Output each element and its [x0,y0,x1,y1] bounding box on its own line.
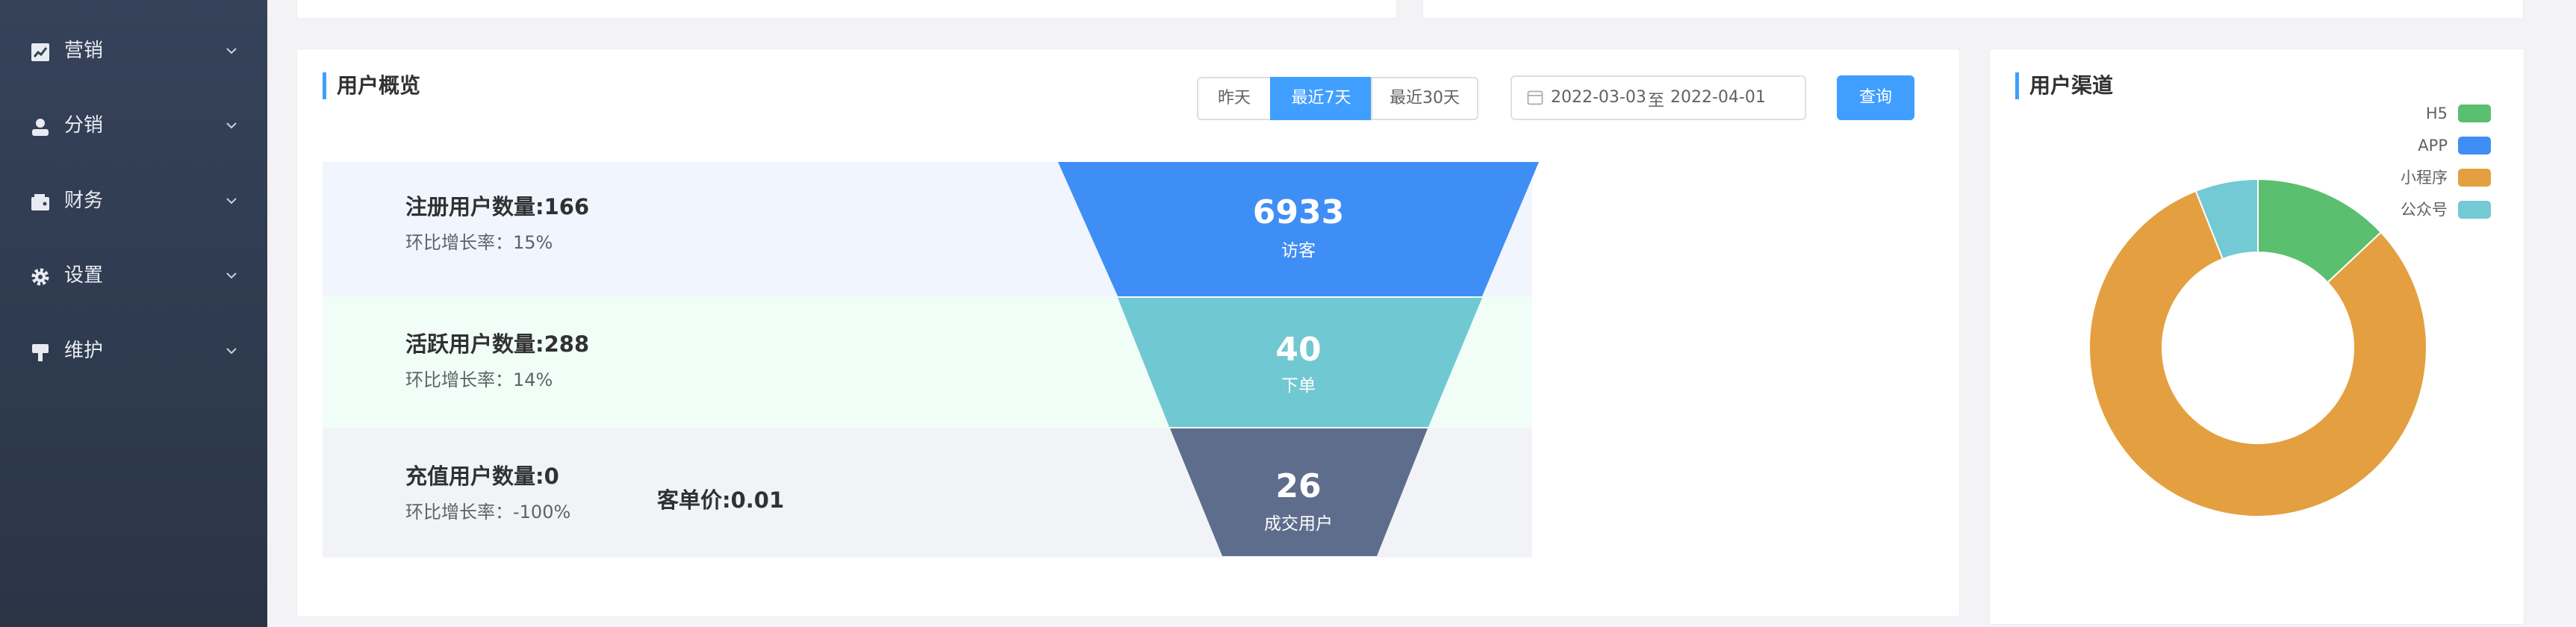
sidebar-item-settings[interactable]: 设置 [0,238,267,313]
recharge-users-count: 充值用户数量:0 [405,464,559,489]
active-users-count: 活跃用户数量:288 [405,331,590,357]
legend-label: APP [2418,137,2448,155]
brush-icon [32,344,49,361]
legend-swatch [2458,104,2491,122]
legend-swatch [2458,137,2491,155]
gear-icon [31,268,49,286]
avg-order-value: 客单价:0.01 [657,487,785,513]
channel-donut-chart [2088,178,2427,517]
funnel-visitors-label: 访客 [1281,241,1316,261]
funnel-orders-value: 40 [1275,331,1322,369]
user-overview-title: 用户概览 [323,72,420,99]
funnel-buyers-value: 26 [1275,467,1322,505]
query-button[interactable]: 查询 [1837,75,1914,120]
chevron-down-icon [226,348,237,355]
funnel-buyers-label: 成交用户 [1264,514,1333,534]
sidebar-item-label: 维护 [64,340,104,362]
chevron-down-icon [226,122,237,129]
active-users-growth: 环比增长率：14% [405,369,553,390]
legend-item[interactable]: H5 [2240,103,2491,124]
legend-item[interactable]: APP [2240,135,2491,156]
sidebar-item-label: 营销 [64,40,104,62]
sidebar-item-label: 设置 [64,264,104,287]
wallet-icon [31,194,49,210]
date-separator: 至 [1648,92,1665,110]
user-icon [32,119,49,136]
legend-swatch [2458,201,2491,219]
sidebar-item-distribution[interactable]: 分销 [0,88,267,163]
chevron-down-icon [226,198,237,205]
sidebar-item-label: 分销 [64,114,104,137]
sidebar-item-maintenance[interactable]: 维护 [0,314,267,388]
legend-label: H5 [2425,104,2448,122]
registered-users-count: 注册用户数量:166 [405,194,590,219]
recharge-users-growth: 环比增长率：-100% [405,502,571,522]
chevron-down-icon [226,272,237,279]
date-range-picker[interactable]: 2022-03-03 至 2022-04-01 [1511,75,1806,120]
sidebar-item-marketing[interactable]: 营销 [0,13,267,88]
top-card-left [296,0,1397,19]
sidebar-item-label: 财务 [64,190,104,212]
funnel-visitors-value: 6933 [1252,193,1345,231]
range-30days-button[interactable]: 最近30天 [1371,77,1478,120]
calendar-icon [1527,90,1543,105]
top-card-right [1422,0,2524,19]
sidebar-item-finance[interactable]: 财务 [0,163,267,238]
chevron-down-icon [226,48,237,54]
chart-icon [31,43,49,61]
range-7days-button[interactable]: 最近7天 [1270,77,1372,120]
date-end: 2022-04-01 [1670,88,1766,107]
funnel-orders-label: 下单 [1281,376,1316,396]
sidebar: 营销 分销 财务 设置 维护 [0,0,267,627]
user-channels-title: 用户渠道 [2015,72,2113,99]
registered-users-growth: 环比增长率：15% [405,232,553,253]
range-yesterday-button[interactable]: 昨天 [1197,77,1272,120]
legend-swatch [2458,169,2491,187]
date-start: 2022-03-03 [1551,88,1646,107]
